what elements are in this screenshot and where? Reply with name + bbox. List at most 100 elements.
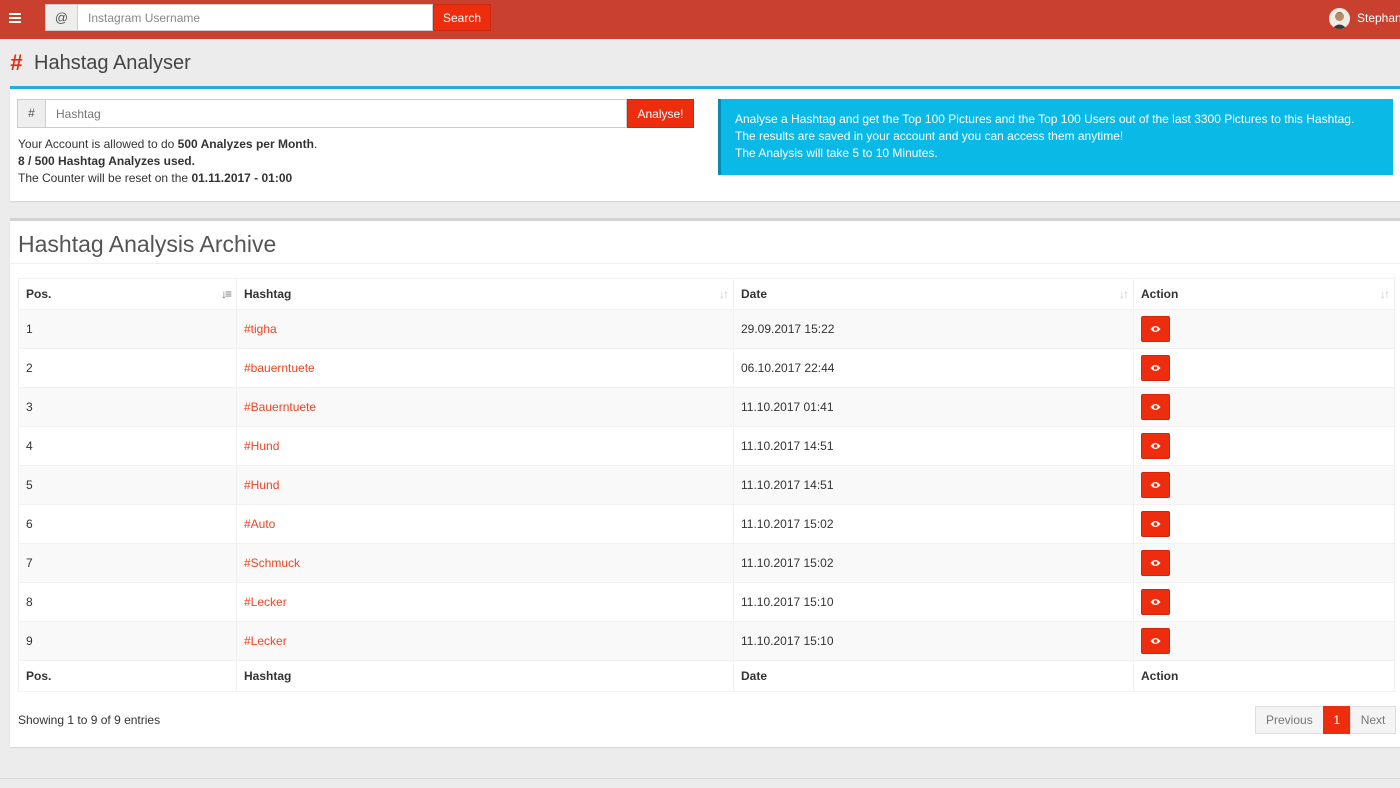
eye-icon [1150, 521, 1161, 527]
footer-action: Action [1133, 660, 1395, 692]
page-title: Hahstag Analyser [34, 52, 191, 74]
row-action [1133, 543, 1395, 583]
hash-addon: # [17, 99, 46, 128]
hashtag-link[interactable]: #bauerntuete [244, 361, 315, 375]
footer-date: Date [733, 660, 1134, 692]
row-pos: 7 [18, 543, 237, 583]
table-row: 5 #Hund 11.10.2017 14:51 [18, 465, 1395, 505]
hamburger-menu-button[interactable] [0, 0, 30, 36]
sort-asc-icon: ↓≡ [220, 287, 232, 301]
table-row: 3 #Bauerntuete 11.10.2017 01:41 [18, 387, 1395, 427]
row-action [1133, 387, 1395, 427]
search-button[interactable]: Search [433, 4, 491, 31]
sort-icon: ↓↑ [719, 287, 729, 301]
eye-icon [1150, 326, 1161, 332]
table-row: 6 #Auto 11.10.2017 15:02 [18, 504, 1395, 544]
view-analysis-button[interactable] [1141, 628, 1170, 654]
footer-pos: Pos. [18, 660, 237, 692]
analyse-button[interactable]: Analyse! [627, 99, 694, 128]
previous-page-button[interactable]: Previous [1255, 706, 1324, 734]
row-date: 11.10.2017 01:41 [733, 387, 1134, 427]
account-info: Your Account is allowed to do 500 Analyz… [18, 136, 317, 187]
sort-icon: ↓↑ [1380, 287, 1390, 301]
entries-info: Showing 1 to 9 of 9 entries [18, 713, 161, 727]
eye-icon [1150, 482, 1161, 488]
hashtag-link[interactable]: #Bauerntuete [244, 400, 316, 414]
next-page-button[interactable]: Next [1349, 706, 1397, 734]
analyse-panel: # Analyse! Your Account is allowed to do… [10, 86, 1400, 201]
row-pos: 1 [18, 309, 237, 349]
view-analysis-button[interactable] [1141, 589, 1170, 615]
row-pos: 6 [18, 504, 237, 544]
user-name[interactable]: Stephan [1357, 11, 1400, 25]
table-row: 7 #Schmuck 11.10.2017 15:02 [18, 543, 1395, 583]
sort-icon: ↓↑ [1119, 287, 1129, 301]
row-action [1133, 582, 1395, 622]
page-1-button[interactable]: 1 [1322, 706, 1351, 734]
eye-icon [1150, 599, 1161, 605]
used-analyzes-line: 8 / 500 Hashtag Analyzes used. [18, 154, 195, 168]
row-action [1133, 348, 1395, 388]
row-date: 11.10.2017 15:02 [733, 543, 1134, 583]
row-date: 29.09.2017 15:22 [733, 309, 1134, 349]
row-action [1133, 504, 1395, 544]
reset-date-line: The Counter will be reset on the 01.11.2… [18, 171, 293, 185]
row-date: 11.10.2017 15:10 [733, 582, 1134, 622]
divider [10, 263, 1400, 264]
view-analysis-button[interactable] [1141, 394, 1170, 420]
row-hashtag: #Hund [236, 465, 734, 505]
hashtag-link[interactable]: #Lecker [244, 595, 287, 609]
row-pos: 5 [18, 465, 237, 505]
eye-icon [1150, 638, 1161, 644]
hashtag-link[interactable]: #Schmuck [244, 556, 300, 570]
column-header-action[interactable]: Action ↓↑ [1133, 278, 1395, 310]
view-analysis-button[interactable] [1141, 511, 1170, 537]
hashtag-link[interactable]: #Auto [244, 517, 275, 531]
eye-icon [1150, 443, 1161, 449]
view-analysis-button[interactable] [1141, 472, 1170, 498]
column-header-date[interactable]: Date ↓↑ [733, 278, 1134, 310]
view-analysis-button[interactable] [1141, 550, 1170, 576]
allowed-analyzes-line: Your Account is allowed to do 500 Analyz… [18, 137, 318, 151]
table-row: 9 #Lecker 11.10.2017 15:10 [18, 621, 1395, 661]
eye-icon [1150, 404, 1161, 410]
row-date: 06.10.2017 22:44 [733, 348, 1134, 388]
hashtag-icon: # [10, 50, 23, 75]
eye-icon [1150, 365, 1161, 371]
hashtag-link[interactable]: #tigha [244, 322, 277, 336]
hashtag-link[interactable]: #Hund [244, 439, 279, 453]
row-date: 11.10.2017 15:02 [733, 504, 1134, 544]
hashtag-input[interactable] [46, 99, 627, 128]
at-sign-addon: @ [45, 4, 78, 31]
footer-hashtag: Hashtag [236, 660, 734, 692]
user-avatar[interactable] [1329, 8, 1350, 29]
footer-divider [0, 778, 1400, 779]
table-row: 2 #bauerntuete 06.10.2017 22:44 [18, 348, 1395, 388]
row-hashtag: #Lecker [236, 621, 734, 661]
row-date: 11.10.2017 14:51 [733, 465, 1134, 505]
table-row: 1 #tigha 29.09.2017 15:22 [18, 309, 1395, 349]
view-analysis-button[interactable] [1141, 316, 1170, 342]
row-hashtag: #Schmuck [236, 543, 734, 583]
table-row: 8 #Lecker 11.10.2017 15:10 [18, 582, 1395, 622]
row-hashtag: #Auto [236, 504, 734, 544]
row-hashtag: #Hund [236, 426, 734, 466]
info-callout: Analyse a Hashtag and get the Top 100 Pi… [718, 99, 1393, 175]
column-header-hashtag[interactable]: Hashtag ↓↑ [236, 278, 734, 310]
pagination: Previous 1 Next [1255, 706, 1397, 734]
row-action [1133, 426, 1395, 466]
instagram-username-input[interactable] [78, 4, 433, 31]
row-pos: 9 [18, 621, 237, 661]
row-hashtag: #tigha [236, 309, 734, 349]
view-analysis-button[interactable] [1141, 433, 1170, 459]
table-row: 4 #Hund 11.10.2017 14:51 [18, 426, 1395, 466]
view-analysis-button[interactable] [1141, 355, 1170, 381]
column-header-pos[interactable]: Pos. ↓≡ [18, 278, 237, 310]
hashtag-link[interactable]: #Lecker [244, 634, 287, 648]
row-hashtag: #bauerntuete [236, 348, 734, 388]
hashtag-link[interactable]: #Hund [244, 478, 279, 492]
archive-title: Hashtag Analysis Archive [18, 231, 277, 257]
row-pos: 8 [18, 582, 237, 622]
row-pos: 3 [18, 387, 237, 427]
archive-panel: Hashtag Analysis Archive Pos. ↓≡ Hashtag ↓… [10, 218, 1400, 747]
